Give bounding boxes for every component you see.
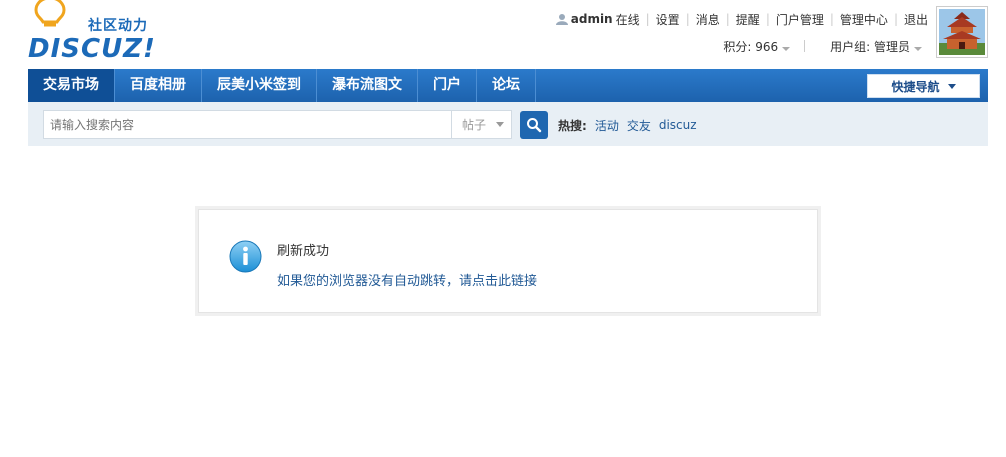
messages-link[interactable]: 消息: [696, 11, 720, 28]
nav-item-forum[interactable]: 论坛: [477, 69, 536, 102]
search-input[interactable]: [43, 110, 452, 139]
separator: |: [829, 12, 834, 26]
separator: |: [645, 12, 650, 26]
logo[interactable]: 社区动力 DISCUZ!: [28, 0, 168, 64]
user-nav: admin 在线 | 设置 | 消息 | 提醒 | 门户管理 | 管理中心 | …: [555, 10, 928, 28]
separator: [804, 40, 830, 52]
usergroup-menu[interactable]: 用户组: 管理员: [830, 38, 922, 55]
redirect-link[interactable]: 如果您的浏览器没有自动跳转，请点击此链接: [277, 270, 537, 289]
hot-search-term[interactable]: 活动: [595, 117, 619, 134]
search-button[interactable]: [520, 111, 548, 139]
pagoda-avatar-image: [939, 9, 985, 55]
nav-item-portal[interactable]: 门户: [418, 69, 477, 102]
nav-item-waterfall[interactable]: 瀑布流图文: [317, 69, 418, 102]
usergroup-label: 用户组: 管理员: [830, 39, 910, 54]
portal-admin-link[interactable]: 门户管理: [776, 11, 824, 28]
search-icon: [527, 118, 542, 133]
admin-center-link[interactable]: 管理中心: [840, 11, 888, 28]
settings-link[interactable]: 设置: [656, 11, 680, 28]
hot-search-term[interactable]: discuz: [659, 118, 697, 132]
hot-search-label: 热搜:: [558, 118, 587, 133]
header: 社区动力 DISCUZ! admin 在线 | 设置 | 消息 | 提醒 | 门…: [0, 0, 1006, 68]
online-link[interactable]: 在线: [616, 11, 640, 28]
nav-item-signin[interactable]: 辰美小米签到: [202, 69, 317, 102]
search-bar: 帖子 热搜: 活动 交友 discuz: [28, 102, 988, 146]
search-type-label: 帖子: [462, 118, 487, 132]
logo-wordmark: DISCUZ!: [28, 34, 156, 64]
user-icon: [555, 14, 568, 25]
avatar[interactable]: [936, 6, 988, 58]
caret-down-icon: [496, 122, 505, 127]
caret-down-icon: [914, 46, 922, 51]
separator: |: [725, 12, 730, 26]
quick-nav-label: 快捷导航: [891, 79, 940, 94]
username-link[interactable]: admin: [571, 12, 613, 26]
nav-item-market[interactable]: 交易市场: [28, 69, 115, 102]
hot-search-term[interactable]: 交友: [627, 117, 651, 134]
separator: |: [893, 12, 898, 26]
nav-item-baidu-album[interactable]: 百度相册: [115, 69, 202, 102]
notifications-link[interactable]: 提醒: [736, 11, 760, 28]
info-icon: [229, 240, 262, 273]
quick-nav-button[interactable]: 快捷导航: [867, 74, 980, 98]
credits-label: 积分: 966: [723, 39, 779, 54]
separator: |: [765, 12, 770, 26]
lightbulb-icon: [34, 0, 66, 27]
caret-down-icon: [782, 46, 791, 51]
user-info: 积分: 966 用户组: 管理员: [723, 37, 922, 55]
main-nav: 交易市场 百度相册 辰美小米签到 瀑布流图文 门户 论坛 快捷导航: [28, 69, 988, 102]
hot-searches: 热搜: 活动 交友 discuz: [558, 116, 705, 134]
message-title: 刷新成功: [277, 244, 330, 259]
message-box-inner: 刷新成功 如果您的浏览器没有自动跳转，请点击此链接: [198, 209, 818, 313]
credits-menu[interactable]: 积分: 966: [723, 38, 791, 55]
logo-slogan: 社区动力: [88, 18, 148, 34]
separator: |: [685, 12, 690, 26]
message-box: 刷新成功 如果您的浏览器没有自动跳转，请点击此链接: [195, 206, 821, 316]
search-type-select[interactable]: 帖子: [451, 110, 512, 139]
logout-link[interactable]: 退出: [904, 11, 928, 28]
caret-down-icon: [947, 83, 956, 89]
